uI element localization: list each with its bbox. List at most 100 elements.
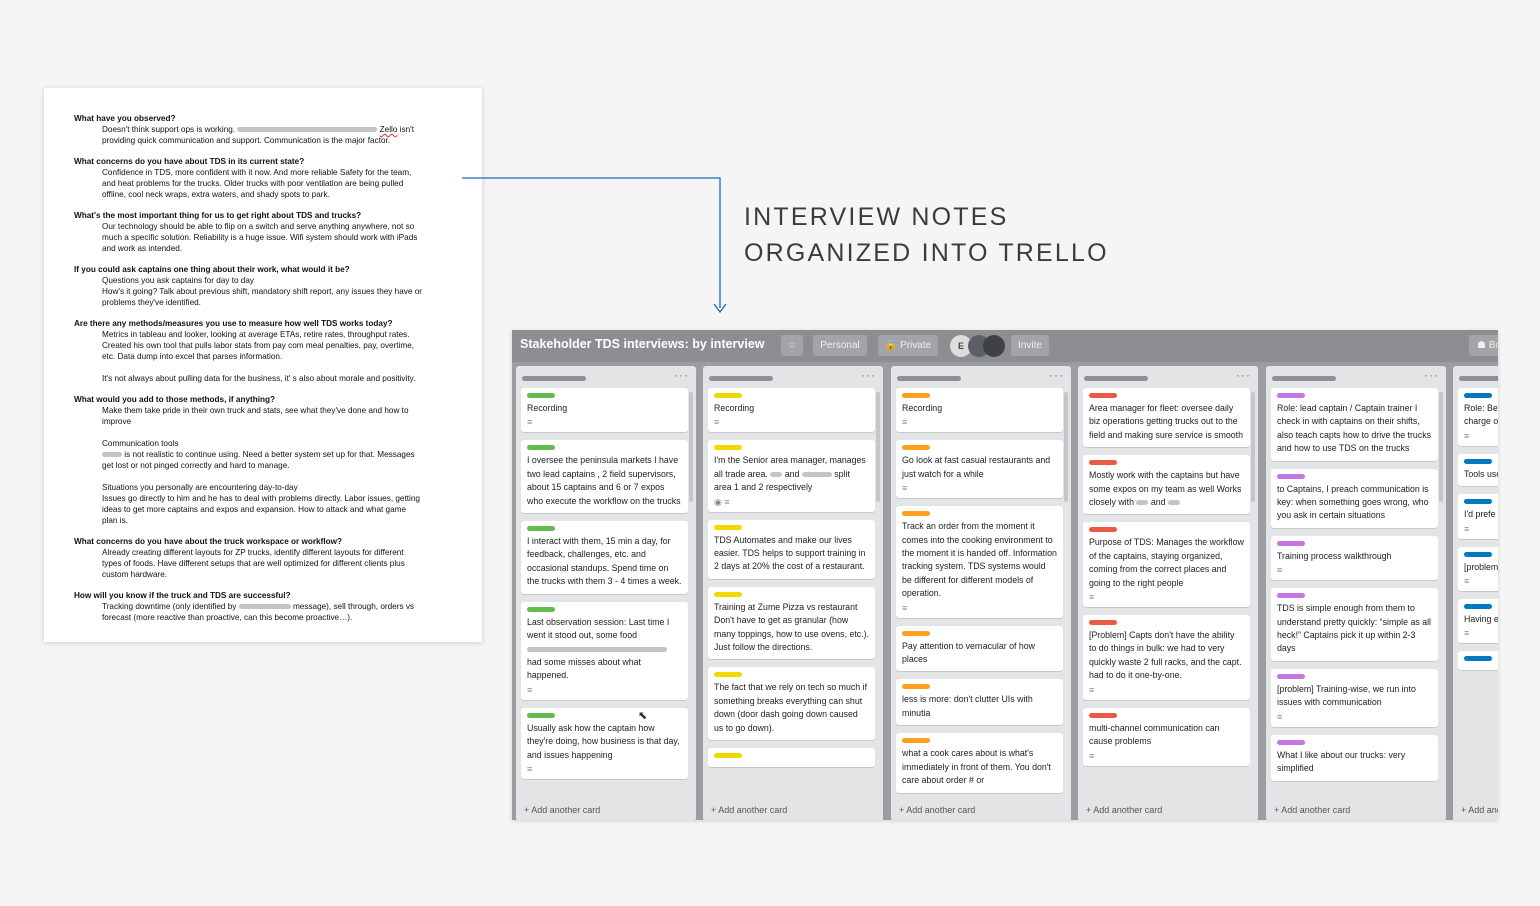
card[interactable]: Last observation session: Last time I we… [521,601,688,700]
card-label[interactable] [527,445,555,451]
card-label[interactable] [902,738,930,744]
card[interactable]: I interact with them, 15 min a day, for … [521,521,688,594]
card-label[interactable] [1464,458,1492,464]
list-menu-icon[interactable]: ··· [1049,368,1064,382]
card-label[interactable] [902,393,930,398]
card[interactable]: less is more: don't clutter UIs with min… [896,679,1063,726]
list-menu-icon[interactable]: ··· [1424,368,1439,382]
add-card-button[interactable]: + Add another card [1461,805,1498,815]
card-label[interactable] [902,511,930,517]
card[interactable]: The fact that we rely on tech so much if… [708,667,875,741]
star-button[interactable]: ☆ [781,335,803,356]
card[interactable]: [Problem] Capts don't have the ability t… [1083,615,1250,700]
list-title[interactable] [1084,376,1148,381]
card-label[interactable] [527,393,555,398]
add-card-button[interactable]: + Add another card [1086,805,1162,815]
card-label[interactable] [714,445,742,451]
list-title[interactable] [522,376,586,381]
card-label[interactable] [714,753,742,759]
card-label[interactable] [902,445,930,451]
card-label[interactable] [714,672,742,678]
add-card-button[interactable]: + Add another card [711,805,787,815]
trello-list[interactable]: ··· Recording ≡ I oversee the peninsula mar… [516,366,696,820]
card-label[interactable] [1464,604,1492,610]
list-title[interactable] [1272,376,1336,381]
card[interactable]: Pay attention to vernacular of how place… [896,625,1063,672]
card[interactable]: Having e helpful: together ≡ [1458,599,1498,644]
card[interactable]: Mostly work with the captains but have s… [1083,455,1250,515]
list-menu-icon[interactable]: ··· [674,368,689,382]
card-label[interactable] [1464,551,1492,557]
trello-list[interactable]: ··· Area manager for fleet: oversee daily… [1078,366,1258,820]
personal-button[interactable]: Personal [813,335,867,356]
list-title[interactable] [1459,376,1498,381]
invite-button[interactable]: Invite [1011,335,1049,356]
add-card-button[interactable]: + Add another card [524,805,600,815]
card[interactable]: what a cook cares about is what's immedi… [896,733,1063,793]
list-scrollbar[interactable] [876,392,880,502]
card[interactable]: Recording ≡ [896,388,1063,433]
card-label[interactable] [1089,393,1117,398]
card[interactable]: I'd prefe be traine would be ≡ [1458,494,1498,539]
card-label[interactable] [1277,593,1305,599]
trello-list[interactable]: ··· Role: lead captain / Captain trainer … [1266,366,1446,820]
trello-list[interactable]: ···Role: Be months a fleet tea manager c… [1453,366,1498,820]
avatar[interactable] [983,335,1005,357]
card-label[interactable] [1277,473,1305,479]
card[interactable]: Role: Be months a fleet tea manager char… [1458,388,1498,446]
card-label[interactable] [1277,540,1305,546]
card[interactable]: multi-channel communication can cause pr… [1083,707,1250,766]
add-card-button[interactable]: + Add another card [1274,805,1350,815]
list-scrollbar[interactable] [1251,392,1255,502]
card-label[interactable] [902,684,930,690]
card-label[interactable] [1089,527,1117,533]
card[interactable]: Purpose of TDS: Manages the workflow of … [1083,522,1250,608]
list-title[interactable] [897,376,961,381]
list-title[interactable] [709,376,773,381]
board-menu-button[interactable]: ☗ Bo [1469,335,1498,356]
card[interactable]: Training process walkthrough ≡ [1271,535,1438,581]
card[interactable]: TDS is simple enough from them to unders… [1271,588,1438,661]
card[interactable]: TDS Automates and make our lives easier.… [708,519,875,579]
list-scrollbar[interactable] [1439,392,1443,502]
card[interactable]: I'm the Senior area manager, manages all… [708,440,875,512]
card-label[interactable] [1277,739,1305,745]
add-card-button[interactable]: + Add another card [899,805,975,815]
trello-list[interactable]: ··· Recording ≡ Go look at fast casual rest… [891,366,1071,820]
card-label[interactable] [1464,499,1492,505]
card[interactable]: to Captains, I preach communication is k… [1271,468,1438,528]
card-label[interactable] [1089,460,1117,466]
card-label[interactable] [714,524,742,530]
card-label[interactable] [1464,393,1492,398]
card-label[interactable] [527,606,555,612]
card[interactable]: Track an order from the moment it comes … [896,506,1063,618]
list-menu-icon[interactable]: ··· [1236,368,1251,382]
board-title[interactable]: Stakeholder TDS interviews: by interview [520,337,765,351]
card[interactable]: What I like about our trucks: very simpl… [1271,734,1438,781]
trello-list[interactable]: ··· Recording ≡ I'm the Senior area manager… [703,366,883,820]
card[interactable]: Role: lead captain / Captain trainer I c… [1271,388,1438,461]
card[interactable]: Recording ≡ [521,388,688,433]
card[interactable]: Tools use lead cap [1458,453,1498,487]
card[interactable]: [problem] Training-wise, we run into iss… [1271,668,1438,727]
card[interactable]: I oversee the peninsula markets I have t… [521,440,688,514]
card-label[interactable] [1464,656,1492,662]
list-scrollbar[interactable] [689,392,693,502]
card[interactable]: [problem can take assigned ≡ [1458,546,1498,592]
card-label[interactable] [1277,673,1305,679]
card-label[interactable] [1089,712,1117,718]
private-button[interactable]: 🔒 Private [878,335,938,356]
card[interactable]: Go look at fast casual restaurants and j… [896,440,1063,499]
card-label[interactable] [902,630,930,636]
card[interactable]: Usually ask how the captain how they're … [521,707,688,779]
card-label[interactable] [714,393,742,398]
card[interactable]: Training at Zume Pizza vs restaurant Don… [708,586,875,660]
card[interactable] [708,748,875,768]
card-label[interactable] [527,526,555,532]
list-menu-icon[interactable]: ··· [861,368,876,382]
card[interactable]: Area manager for fleet: oversee daily bi… [1083,388,1250,448]
card-label[interactable] [1089,620,1117,626]
card[interactable]: Recording ≡ [708,388,875,433]
card-label[interactable] [527,712,555,718]
card-label[interactable] [1277,393,1305,398]
